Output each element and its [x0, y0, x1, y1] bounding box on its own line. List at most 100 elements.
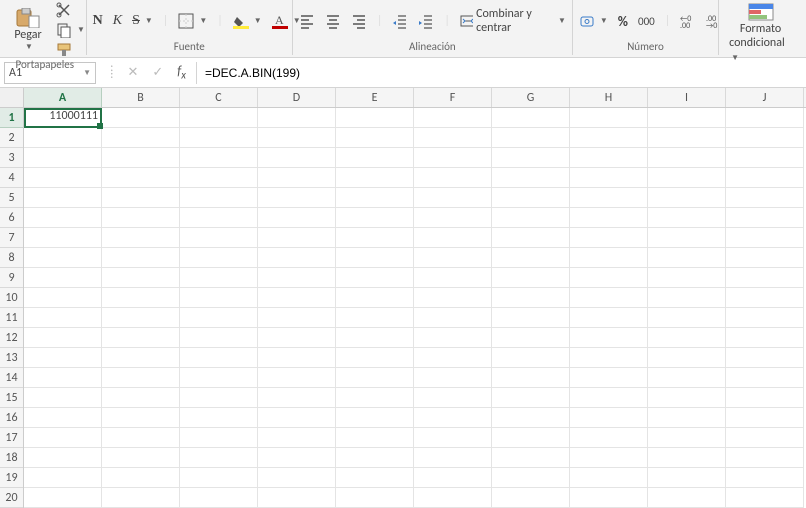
- row-header[interactable]: 8: [0, 248, 23, 268]
- align-left-button[interactable]: [299, 13, 315, 29]
- cell[interactable]: [24, 328, 102, 348]
- cell[interactable]: [258, 188, 336, 208]
- cell[interactable]: [336, 488, 414, 508]
- increase-decimal-button[interactable]: ←0.00: [680, 13, 696, 29]
- cell[interactable]: [570, 288, 648, 308]
- cell[interactable]: [492, 268, 570, 288]
- cell[interactable]: [414, 168, 492, 188]
- cell[interactable]: [492, 348, 570, 368]
- cell[interactable]: [492, 228, 570, 248]
- cell[interactable]: [24, 428, 102, 448]
- column-header[interactable]: I: [648, 88, 726, 107]
- row-header[interactable]: 4: [0, 168, 23, 188]
- cell[interactable]: [180, 148, 258, 168]
- cell[interactable]: [258, 228, 336, 248]
- cell[interactable]: [336, 468, 414, 488]
- cell[interactable]: [258, 168, 336, 188]
- cell[interactable]: [726, 468, 804, 488]
- cell[interactable]: [336, 268, 414, 288]
- cell[interactable]: [726, 188, 804, 208]
- cell[interactable]: [492, 108, 570, 128]
- cell[interactable]: [648, 188, 726, 208]
- cell[interactable]: [492, 468, 570, 488]
- cell[interactable]: [258, 468, 336, 488]
- cell[interactable]: [726, 148, 804, 168]
- cell[interactable]: [258, 388, 336, 408]
- cell[interactable]: [24, 248, 102, 268]
- select-all-corner[interactable]: [0, 88, 24, 108]
- accounting-format-button[interactable]: ▼: [579, 13, 608, 29]
- cell[interactable]: [570, 368, 648, 388]
- cell[interactable]: [726, 288, 804, 308]
- cell[interactable]: [102, 128, 180, 148]
- row-header[interactable]: 16: [0, 408, 23, 428]
- column-header[interactable]: C: [180, 88, 258, 107]
- cell[interactable]: [648, 268, 726, 288]
- cell[interactable]: [336, 128, 414, 148]
- cell[interactable]: [180, 268, 258, 288]
- cell[interactable]: [336, 208, 414, 228]
- cell[interactable]: [570, 408, 648, 428]
- row-header[interactable]: 7: [0, 228, 23, 248]
- cell[interactable]: [102, 468, 180, 488]
- column-header[interactable]: J: [726, 88, 804, 107]
- cell[interactable]: [492, 168, 570, 188]
- cell[interactable]: [726, 368, 804, 388]
- cell[interactable]: [414, 108, 492, 128]
- cell[interactable]: [258, 428, 336, 448]
- cell[interactable]: [258, 488, 336, 508]
- cell[interactable]: [492, 448, 570, 468]
- cell[interactable]: [492, 408, 570, 428]
- cell[interactable]: [726, 308, 804, 328]
- cell[interactable]: [414, 388, 492, 408]
- cell[interactable]: [180, 388, 258, 408]
- row-header[interactable]: 5: [0, 188, 23, 208]
- cell[interactable]: [24, 408, 102, 428]
- cell[interactable]: [24, 188, 102, 208]
- cell[interactable]: [24, 488, 102, 508]
- italic-button[interactable]: K: [113, 13, 122, 29]
- cell[interactable]: [180, 308, 258, 328]
- cell[interactable]: [336, 328, 414, 348]
- cell[interactable]: [570, 268, 648, 288]
- cell[interactable]: [102, 328, 180, 348]
- column-header[interactable]: B: [102, 88, 180, 107]
- cell[interactable]: [336, 348, 414, 368]
- cell[interactable]: [726, 208, 804, 228]
- cell[interactable]: [24, 308, 102, 328]
- cell[interactable]: [492, 328, 570, 348]
- cell[interactable]: [414, 188, 492, 208]
- cell[interactable]: [258, 368, 336, 388]
- cell[interactable]: [726, 448, 804, 468]
- fx-button[interactable]: fx: [177, 64, 186, 82]
- cell[interactable]: [180, 188, 258, 208]
- paste-button[interactable]: Pegar ▼: [10, 8, 46, 52]
- cell[interactable]: [102, 248, 180, 268]
- cell[interactable]: [492, 148, 570, 168]
- row-header[interactable]: 14: [0, 368, 23, 388]
- underline-button[interactable]: S▼: [132, 13, 153, 29]
- cell[interactable]: [336, 308, 414, 328]
- cell[interactable]: [180, 428, 258, 448]
- cell[interactable]: [180, 328, 258, 348]
- cell[interactable]: [258, 328, 336, 348]
- cut-button[interactable]: [56, 2, 85, 18]
- cell[interactable]: [180, 448, 258, 468]
- cell[interactable]: [648, 388, 726, 408]
- cell[interactable]: [24, 388, 102, 408]
- cell[interactable]: [24, 268, 102, 288]
- cell[interactable]: [102, 288, 180, 308]
- cell[interactable]: [414, 208, 492, 228]
- cell[interactable]: [258, 408, 336, 428]
- row-header[interactable]: 10: [0, 288, 23, 308]
- cell[interactable]: [24, 128, 102, 148]
- row-header[interactable]: 13: [0, 348, 23, 368]
- cell[interactable]: [570, 348, 648, 368]
- conditional-format-button[interactable]: Formato condicional ▼: [725, 2, 796, 64]
- enter-formula-button[interactable]: ✓: [152, 65, 163, 80]
- cell[interactable]: [570, 328, 648, 348]
- cell[interactable]: [726, 348, 804, 368]
- cell[interactable]: [570, 488, 648, 508]
- cell[interactable]: [726, 108, 804, 128]
- cell[interactable]: [24, 228, 102, 248]
